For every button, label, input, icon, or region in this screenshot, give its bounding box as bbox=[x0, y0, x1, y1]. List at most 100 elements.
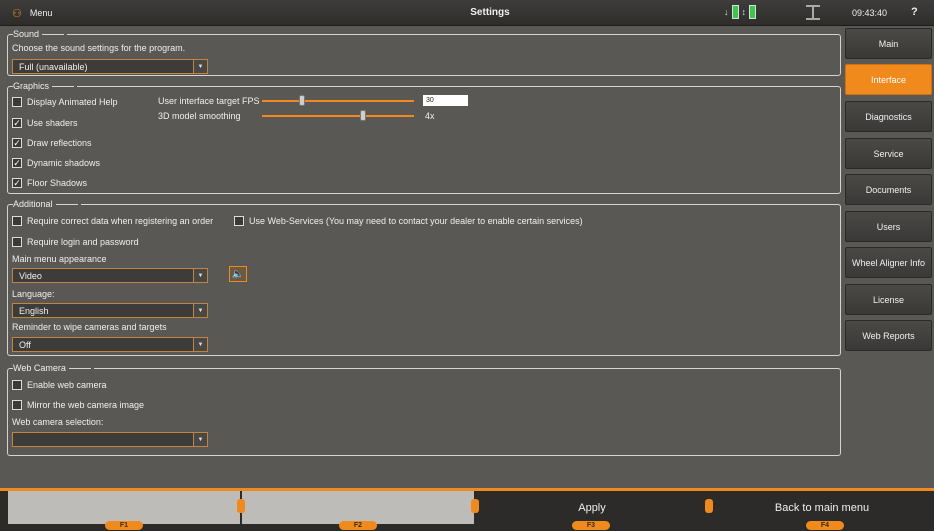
top-bar: ⚇ Menu Settings ↓ ↕ 09:43:40 ? bbox=[0, 0, 934, 26]
speaker-icon[interactable]: 🔈 bbox=[229, 266, 247, 282]
additional-legend-label: Additional bbox=[13, 199, 53, 209]
battery-icon bbox=[731, 5, 739, 19]
mirror-web-camera-checkbox[interactable]: Mirror the web camera image bbox=[12, 400, 144, 410]
sidebar-item-web-reports[interactable]: Web Reports bbox=[845, 320, 932, 351]
target-fps-slider-handle[interactable] bbox=[299, 95, 305, 106]
additional-legend: Additional bbox=[13, 199, 81, 209]
sidebar-item-main[interactable]: Main bbox=[845, 28, 932, 59]
menu-button[interactable]: ⚇ Menu bbox=[12, 6, 52, 20]
status-indicators: ↓ ↕ bbox=[724, 5, 756, 19]
sidebar-item-documents[interactable]: Documents bbox=[845, 174, 932, 205]
checkbox-box[interactable]: ✓ bbox=[12, 158, 22, 168]
f2-key-tag: F2 bbox=[339, 521, 377, 530]
main-menu-appearance-value: Video bbox=[19, 270, 42, 281]
webcam-legend: Web Camera bbox=[13, 363, 94, 373]
main-menu-appearance-select[interactable]: Video ▼ bbox=[12, 268, 208, 283]
webcam-group: Web Camera Enable web camera Mirror the … bbox=[7, 363, 841, 456]
f4-key-tag: F4 bbox=[806, 521, 844, 530]
checkbox-label: Require login and password bbox=[27, 237, 139, 247]
sidebar-item-license[interactable]: License bbox=[845, 284, 932, 315]
language-value: English bbox=[19, 305, 49, 316]
checkbox-label: Require correct data when registering an… bbox=[27, 216, 214, 226]
transfer-arrow-icon: ↓ bbox=[724, 7, 729, 17]
checkbox-label: Use Web-Services (You may need to contac… bbox=[249, 216, 583, 226]
checkbox-box[interactable] bbox=[12, 97, 22, 107]
language-label: Language: bbox=[12, 289, 55, 299]
graphics-legend-label: Graphics bbox=[13, 81, 50, 91]
chevron-down-icon[interactable]: ▼ bbox=[193, 60, 207, 73]
battery-icon bbox=[749, 5, 756, 19]
apply-button[interactable]: Apply bbox=[476, 491, 708, 524]
f3-key-tag: F3 bbox=[572, 521, 610, 530]
dynamic-shadows-checkbox[interactable]: ✓ Dynamic shadows bbox=[12, 158, 100, 168]
checkbox-label: Display Animated Help bbox=[27, 97, 118, 107]
clock: 09:43:40 bbox=[852, 8, 888, 18]
sound-legend: Sound bbox=[13, 29, 68, 39]
smoothing-slider[interactable] bbox=[262, 115, 414, 117]
lift-icon bbox=[806, 5, 820, 20]
enable-web-camera-checkbox[interactable]: Enable web camera bbox=[12, 380, 107, 390]
transfer-arrow-icon: ↕ bbox=[741, 7, 747, 17]
back-to-main-menu-button[interactable]: Back to main menu bbox=[710, 491, 934, 524]
help-button[interactable]: ? bbox=[911, 6, 918, 18]
draw-reflections-checkbox[interactable]: ✓ Draw reflections bbox=[12, 138, 92, 148]
main-menu-appearance-label: Main menu appearance bbox=[12, 254, 107, 264]
sound-legend-label: Sound bbox=[13, 29, 40, 39]
checkbox-box[interactable] bbox=[12, 237, 22, 247]
checkbox-box[interactable] bbox=[12, 400, 22, 410]
use-shaders-checkbox[interactable]: ✓ Use shaders bbox=[12, 118, 78, 128]
f1-key-tag: F1 bbox=[105, 521, 143, 530]
sound-description: Choose the sound settings for the progra… bbox=[12, 43, 186, 53]
divider bbox=[237, 499, 245, 513]
sound-select[interactable]: Full (unavailable) ▼ bbox=[12, 59, 208, 74]
target-fps-slider[interactable] bbox=[262, 100, 414, 102]
sidebar-item-users[interactable]: Users bbox=[845, 211, 932, 242]
target-fps-input[interactable] bbox=[423, 95, 468, 106]
checkbox-label: Enable web camera bbox=[27, 380, 107, 390]
checkbox-box[interactable]: ✓ bbox=[12, 138, 22, 148]
checkbox-box[interactable]: ✓ bbox=[12, 118, 22, 128]
graphics-legend: Graphics bbox=[13, 81, 78, 91]
checkbox-box[interactable] bbox=[234, 216, 244, 226]
checkbox-box[interactable] bbox=[12, 380, 22, 390]
menu-label: Menu bbox=[29, 8, 53, 18]
chevron-down-icon[interactable]: ▼ bbox=[193, 433, 207, 446]
reminder-label: Reminder to wipe cameras and targets bbox=[12, 322, 167, 332]
require-login-checkbox[interactable]: Require login and password bbox=[12, 237, 139, 247]
require-correct-data-checkbox[interactable]: Require correct data when registering an… bbox=[12, 216, 213, 226]
smoothing-slider-handle[interactable] bbox=[360, 110, 366, 121]
chevron-down-icon[interactable]: ▼ bbox=[193, 338, 207, 351]
checkbox-box[interactable] bbox=[12, 216, 22, 226]
display-animated-help-checkbox[interactable]: Display Animated Help bbox=[12, 97, 118, 107]
reminder-value: Off bbox=[19, 339, 31, 350]
checkbox-label: Dynamic shadows bbox=[27, 158, 101, 168]
sidebar-item-service[interactable]: Service bbox=[845, 138, 932, 169]
target-fps-label: User interface target FPS bbox=[158, 96, 260, 106]
sound-select-value: Full (unavailable) bbox=[19, 61, 88, 72]
chevron-down-icon[interactable]: ▼ bbox=[193, 269, 207, 282]
sidebar-item-wheel-aligner-info[interactable]: Wheel Aligner Info bbox=[845, 247, 932, 278]
reminder-select[interactable]: Off ▼ bbox=[12, 337, 208, 352]
f2-button[interactable] bbox=[242, 491, 474, 524]
floor-shadows-checkbox[interactable]: ✓ Floor Shadows bbox=[12, 178, 87, 188]
web-camera-selection-label: Web camera selection: bbox=[12, 417, 104, 427]
checkbox-label: Floor Shadows bbox=[27, 178, 88, 188]
webcam-legend-label: Web Camera bbox=[13, 363, 66, 373]
checkbox-label: Draw reflections bbox=[27, 138, 92, 148]
f1-button[interactable] bbox=[8, 491, 240, 524]
use-web-services-checkbox[interactable]: Use Web-Services (You may need to contac… bbox=[234, 216, 583, 226]
smoothing-label: 3D model smoothing bbox=[158, 111, 241, 121]
sound-group: Sound Choose the sound settings for the … bbox=[7, 29, 841, 76]
sidebar-item-interface[interactable]: Interface bbox=[845, 64, 932, 95]
function-key-bar: Apply Back to main menu F1 F2 F3 F4 bbox=[0, 488, 934, 531]
divider bbox=[705, 499, 713, 513]
sidebar-item-diagnostics[interactable]: Diagnostics bbox=[845, 101, 932, 132]
language-select[interactable]: English ▼ bbox=[12, 303, 208, 318]
smoothing-value: 4x bbox=[425, 111, 435, 121]
web-camera-select[interactable]: ▼ bbox=[12, 432, 208, 447]
checkbox-label: Mirror the web camera image bbox=[27, 400, 145, 410]
chevron-down-icon[interactable]: ▼ bbox=[193, 304, 207, 317]
page-title: Settings bbox=[470, 7, 510, 18]
menu-icon: ⚇ bbox=[12, 7, 22, 20]
checkbox-box[interactable]: ✓ bbox=[12, 178, 22, 188]
